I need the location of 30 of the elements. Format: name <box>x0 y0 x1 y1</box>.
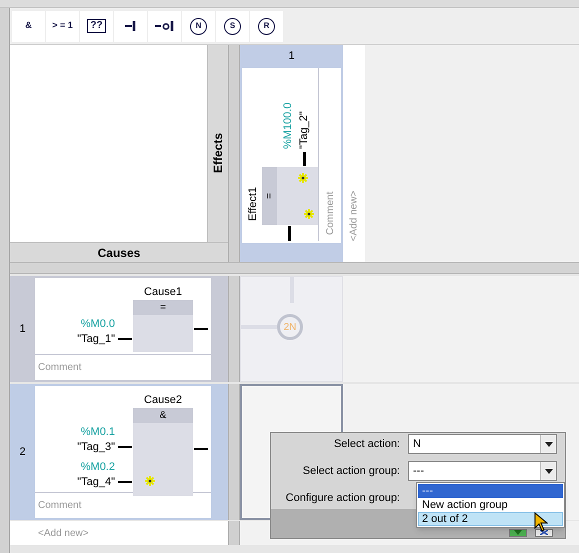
coil-label: S <box>224 18 241 34</box>
cause-name: Cause1 <box>143 285 183 300</box>
box-label: ?? <box>87 19 106 33</box>
address-label: %M100.0 <box>281 102 295 149</box>
block-instruction: = <box>262 167 277 225</box>
coil-label: R <box>258 18 275 34</box>
tag-label: "Tag_2" <box>297 111 311 149</box>
row-number: 1 <box>18 322 27 337</box>
field-label: Select action group: <box>302 464 401 479</box>
tag-label: "Tag_3" <box>77 440 115 455</box>
dropdown-value: N <box>412 436 422 452</box>
comment-label: Comment <box>38 499 82 513</box>
block-instruction: & <box>133 408 193 423</box>
tag-label: "Tag_1" <box>77 332 115 347</box>
row-number: 2 <box>18 444 27 460</box>
address-label: %M0.0 <box>80 317 115 332</box>
causes-header: Causes <box>10 242 228 262</box>
field-label: Select action: <box>332 436 401 452</box>
coil-label: N <box>190 18 207 34</box>
field-label: Configure action group: <box>284 490 401 506</box>
cause-name: Cause2 <box>143 393 183 408</box>
tag-label: "Tag_4" <box>77 475 115 490</box>
address-label: %M0.1 <box>80 425 115 440</box>
comment-label: Comment <box>38 361 82 375</box>
effects-title: Effects <box>210 133 226 173</box>
effect-name: Effect1 <box>246 186 260 221</box>
comment-label: Comment <box>324 192 336 235</box>
address-label: %M0.2 <box>80 460 115 475</box>
dropdown-value: --- <box>412 464 425 479</box>
block-instruction: = <box>133 300 193 315</box>
